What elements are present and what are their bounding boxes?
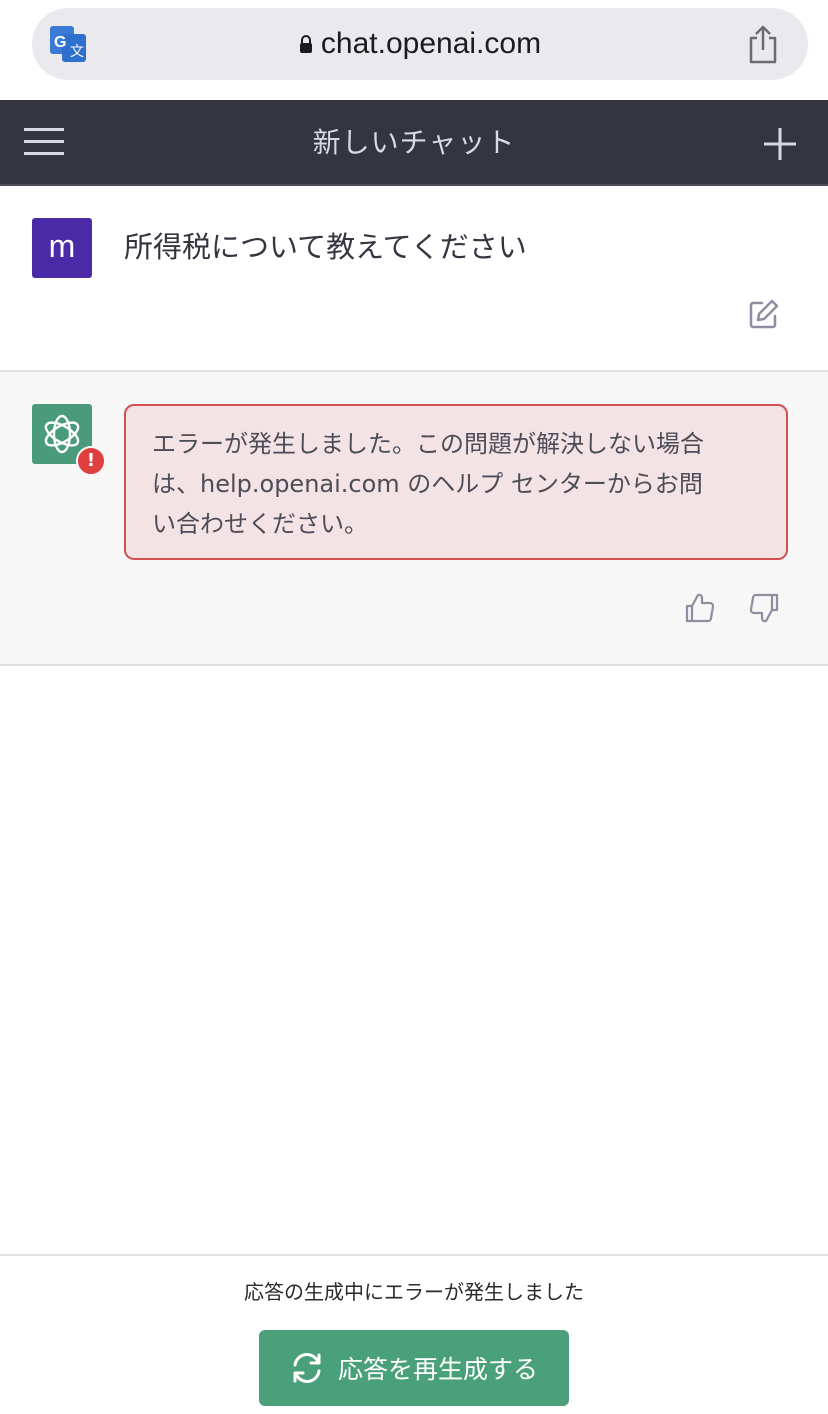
error-line-3: い合わせください。: [152, 510, 368, 538]
generation-error-text: 応答の生成中にエラーが発生しました: [244, 1280, 584, 1304]
user-avatar: m: [32, 218, 92, 278]
assistant-message-row: ! エラーが発生しました。この問題が解決しない場合 は、help.openai.…: [0, 372, 828, 666]
url-field[interactable]: G 文 chat.openai.com: [32, 8, 808, 80]
error-message-box: エラーが発生しました。この問題が解決しない場合 は、help.openai.co…: [124, 404, 788, 560]
error-line-1: エラーが発生しました。この問題が解決しない場合: [152, 430, 704, 458]
page-title: 新しいチャット: [312, 126, 516, 159]
share-icon[interactable]: [746, 24, 780, 66]
url-text: chat.openai.com: [320, 27, 542, 60]
app-header: 新しいチャット: [0, 100, 828, 186]
error-alert-icon: !: [76, 446, 106, 476]
composer-area: 応答の生成中にエラーが発生しました 応答を再生成する: [0, 1254, 828, 1414]
lock-icon: [299, 35, 313, 53]
error-line-2: は、help.openai.com のヘルプ センターからお問: [152, 470, 703, 498]
user-message-text: 所得税について教えてください: [124, 230, 527, 264]
user-message-row: m 所得税について教えてください: [0, 186, 828, 372]
refresh-icon: [290, 1351, 324, 1385]
thumbs-down-icon[interactable]: [748, 592, 780, 624]
new-chat-plus-icon[interactable]: [764, 128, 796, 160]
url-display: chat.openai.com: [32, 8, 808, 80]
edit-icon[interactable]: [748, 298, 780, 330]
openai-logo-icon: [44, 414, 80, 454]
thumbs-up-icon[interactable]: [684, 592, 716, 624]
browser-address-bar: G 文 chat.openai.com: [0, 0, 828, 100]
regenerate-label: 応答を再生成する: [337, 1355, 538, 1384]
regenerate-response-button[interactable]: 応答を再生成する: [259, 1330, 569, 1406]
